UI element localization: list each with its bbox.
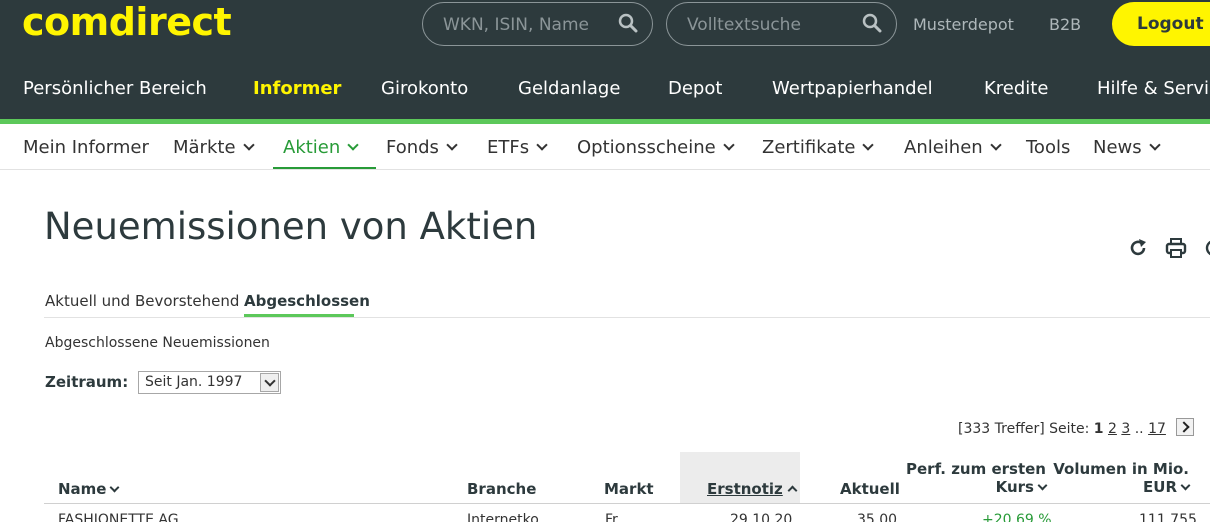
sort-down-icon xyxy=(110,482,120,493)
main-nav-persoenlicher-bereich[interactable]: Persönlicher Bereich xyxy=(23,78,207,99)
table-header: Name Branche Markt Erstnotiz Aktuell Per… xyxy=(44,452,1210,504)
cell-markt: Fr xyxy=(605,512,618,522)
chevron-down-icon xyxy=(536,139,548,151)
pagination: [333 Treffer] Seite: 1 2 3 .. 17 xyxy=(958,421,1166,437)
main-nav-hilfe-service[interactable]: Hilfe & Service xyxy=(1097,78,1210,99)
chevron-down-icon xyxy=(446,139,458,151)
refresh-icon[interactable] xyxy=(1127,237,1149,259)
col-header-name[interactable]: Name xyxy=(58,480,120,498)
main-nav-kredite[interactable]: Kredite xyxy=(984,78,1048,99)
subnav-news[interactable]: News xyxy=(1093,137,1161,158)
page-title: Neuemissionen von Aktien xyxy=(44,205,538,248)
subnav-maerkte[interactable]: Märkte xyxy=(173,137,255,158)
subnav-aktien[interactable]: Aktien xyxy=(283,137,359,158)
cell-perf: +20,69 % xyxy=(982,512,1052,522)
top-header: comdirect WKN, ISIN, Name Volltextsuche … xyxy=(0,0,1210,120)
logout-button[interactable]: Logout xyxy=(1112,2,1210,46)
col-header-branche[interactable]: Branche xyxy=(467,480,536,498)
subnav-etfs[interactable]: ETFs xyxy=(487,137,548,158)
cell-aktuell: 35,00 xyxy=(857,512,898,522)
subnav-anleihen[interactable]: Anleihen xyxy=(904,137,1002,158)
zeitraum-select[interactable]: Seit Jan. 1997 xyxy=(138,371,281,394)
subnav-mein-informer[interactable]: Mein Informer xyxy=(23,137,149,158)
chevron-down-icon xyxy=(990,139,1002,151)
musterdepot-link[interactable]: Musterdepot xyxy=(913,15,1014,34)
subnav-tools[interactable]: Tools xyxy=(1026,137,1070,158)
table-row[interactable]: FASHIONETTE AG Internetko Fr 29.10.20 35… xyxy=(44,510,1210,522)
comdirect-logo[interactable]: comdirect xyxy=(22,0,232,44)
page-ellipsis: .. xyxy=(1134,421,1144,437)
logout-label: Logout xyxy=(1137,14,1204,34)
chevron-down-icon xyxy=(242,139,255,151)
zeitraum-label: Zeitraum: xyxy=(45,373,129,391)
page-link-2[interactable]: 2 xyxy=(1108,421,1117,437)
col-header-perf[interactable]: Perf. zum ersten Kurs xyxy=(886,460,1048,496)
cell-volumen: 111,755 xyxy=(1139,512,1197,522)
subnav-active-indicator xyxy=(273,167,376,169)
tab-bar: Aktuell und Bevorstehend Abgeschlossen xyxy=(44,290,1210,318)
subnav-fonds[interactable]: Fonds xyxy=(386,137,458,158)
main-nav: Persönlicher Bereich Informer Girokonto … xyxy=(0,78,1210,102)
chevron-down-icon[interactable] xyxy=(260,373,279,392)
next-page-button[interactable] xyxy=(1176,418,1194,436)
section-subtitle: Abgeschlossene Neuemissionen xyxy=(45,335,270,351)
search-input[interactable]: WKN, ISIN, Name xyxy=(422,2,653,46)
print-icon[interactable] xyxy=(1165,237,1187,259)
search-icon[interactable] xyxy=(618,13,638,33)
chevron-down-icon xyxy=(723,139,735,151)
page-current: 1 xyxy=(1093,421,1104,437)
tab-active-indicator xyxy=(244,314,354,317)
fulltext-search-input[interactable]: Volltextsuche xyxy=(666,2,897,46)
cell-name[interactable]: FASHIONETTE AG xyxy=(58,512,179,522)
subnav-zertifikate[interactable]: Zertifikate xyxy=(762,137,875,158)
hit-count: [333 Treffer] Seite: xyxy=(958,421,1090,437)
b2b-link[interactable]: B2B xyxy=(1049,15,1081,34)
main-nav-wertpapierhandel[interactable]: Wertpapierhandel xyxy=(772,78,933,99)
col-header-erstnotiz[interactable]: Erstnotiz xyxy=(707,480,798,498)
cell-branche: Internetko xyxy=(467,512,539,522)
sort-up-icon xyxy=(787,485,798,496)
col-header-markt[interactable]: Markt xyxy=(604,480,654,498)
sort-down-icon xyxy=(1180,480,1191,491)
fulltext-search-icon[interactable] xyxy=(862,13,882,33)
tab-aktuell-bevorstehend[interactable]: Aktuell und Bevorstehend xyxy=(45,292,239,310)
page-link-3[interactable]: 3 xyxy=(1121,421,1130,437)
chevron-down-icon xyxy=(1148,139,1161,151)
sub-nav: Mein Informer Märkte Aktien Fonds ETFs O… xyxy=(0,124,1210,170)
col-header-volumen[interactable]: Volumen in Mio. EUR xyxy=(1034,460,1191,496)
chevron-down-icon xyxy=(862,139,875,151)
fulltext-placeholder: Volltextsuche xyxy=(687,15,801,35)
main-nav-geldanlage[interactable]: Geldanlage xyxy=(518,78,620,99)
page-link-last[interactable]: 17 xyxy=(1148,421,1166,437)
cell-erstnotiz: 29.10.20 xyxy=(730,512,793,522)
main-nav-girokonto[interactable]: Girokonto xyxy=(381,78,468,99)
tab-abgeschlossen[interactable]: Abgeschlossen xyxy=(244,292,370,310)
main-nav-depot[interactable]: Depot xyxy=(668,78,722,99)
search-placeholder: WKN, ISIN, Name xyxy=(443,15,589,35)
main-nav-informer[interactable]: Informer xyxy=(253,78,341,99)
zeitraum-value: Seit Jan. 1997 xyxy=(145,374,243,390)
chevron-down-icon xyxy=(347,139,359,151)
share-icon[interactable] xyxy=(1203,237,1210,259)
subnav-optionsscheine[interactable]: Optionsscheine xyxy=(577,137,735,158)
